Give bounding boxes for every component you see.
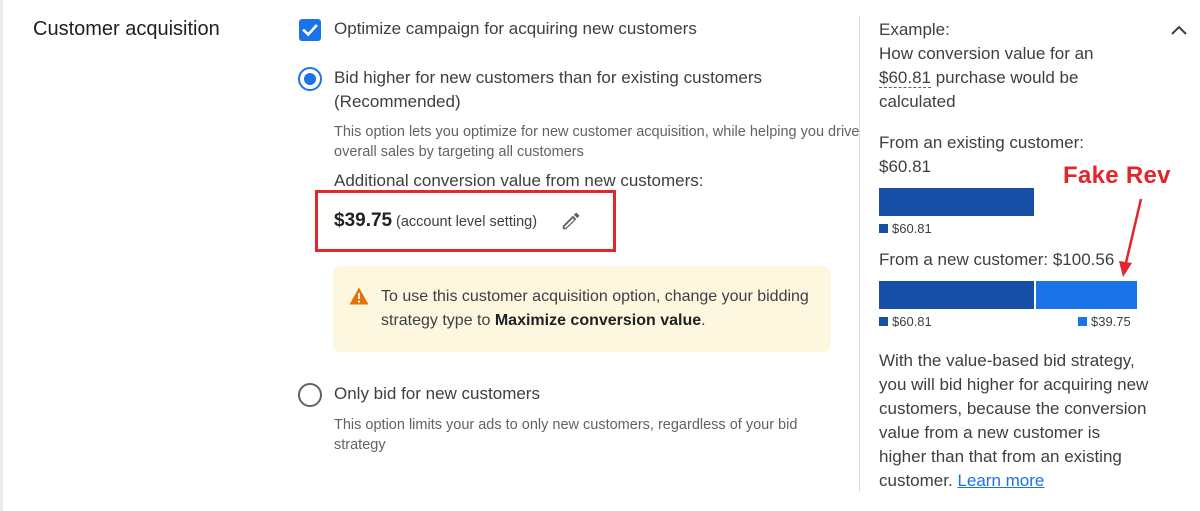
example-question: How conversion value for an $60.81 purch… — [879, 44, 1094, 111]
chevron-up-icon[interactable] — [1168, 20, 1190, 42]
only-new-customers-radio[interactable] — [298, 383, 322, 407]
new-base-legend: $60.81 — [879, 314, 932, 329]
additional-value-label: Additional conversion value from new cus… — [334, 171, 704, 190]
panel-divider — [859, 16, 860, 492]
bid-higher-description: This option lets you optimize for new cu… — [334, 124, 860, 160]
example-title: Example: — [879, 20, 950, 39]
check-icon — [302, 24, 318, 37]
existing-customer-value: $60.81 — [879, 157, 931, 176]
annotation-arrow — [1119, 198, 1143, 277]
fake-rev-annotation: Fake Rev — [1063, 162, 1171, 189]
warning-strategy-name: Maximize conversion value — [494, 312, 702, 329]
bid-higher-radio[interactable] — [298, 67, 322, 91]
account-level-note: (account level setting) — [396, 214, 538, 230]
left-border — [0, 0, 3, 511]
example-explanation: With the value-based bid strategy, you w… — [879, 351, 1149, 490]
new-customer-label: From a new customer: $100.56 — [879, 250, 1115, 269]
optimize-checkbox-label[interactable]: Optimize campaign for acquiring new cust… — [334, 19, 697, 39]
existing-legend: $60.81 — [879, 221, 932, 236]
additional-value-amount: $39.75 — [334, 210, 393, 231]
optimize-checkbox[interactable] — [299, 19, 321, 41]
existing-customer-label: From an existing customer: — [879, 133, 1085, 152]
recommended-label[interactable]: (Recommended) — [334, 90, 461, 114]
warning-text: To use this customer acquisition option,… — [381, 288, 809, 329]
existing-value-bar — [879, 188, 1034, 216]
warning-triangle-icon — [349, 287, 369, 305]
new-extra-value-bar — [1036, 281, 1137, 309]
new-extra-legend: $39.75 — [1078, 314, 1131, 329]
only-new-customers-label[interactable]: Only bid for new customers — [334, 382, 540, 406]
bid-higher-label[interactable]: Bid higher for new customers than for ex… — [334, 66, 762, 90]
section-title: Customer acquisition — [33, 18, 220, 40]
learn-more-link[interactable]: Learn more — [957, 471, 1044, 490]
example-amount: $60.81 — [879, 68, 931, 88]
only-new-customers-description: This option limits your ads to only new … — [334, 417, 798, 453]
new-base-value-bar — [879, 281, 1034, 309]
pencil-icon[interactable] — [560, 210, 582, 232]
